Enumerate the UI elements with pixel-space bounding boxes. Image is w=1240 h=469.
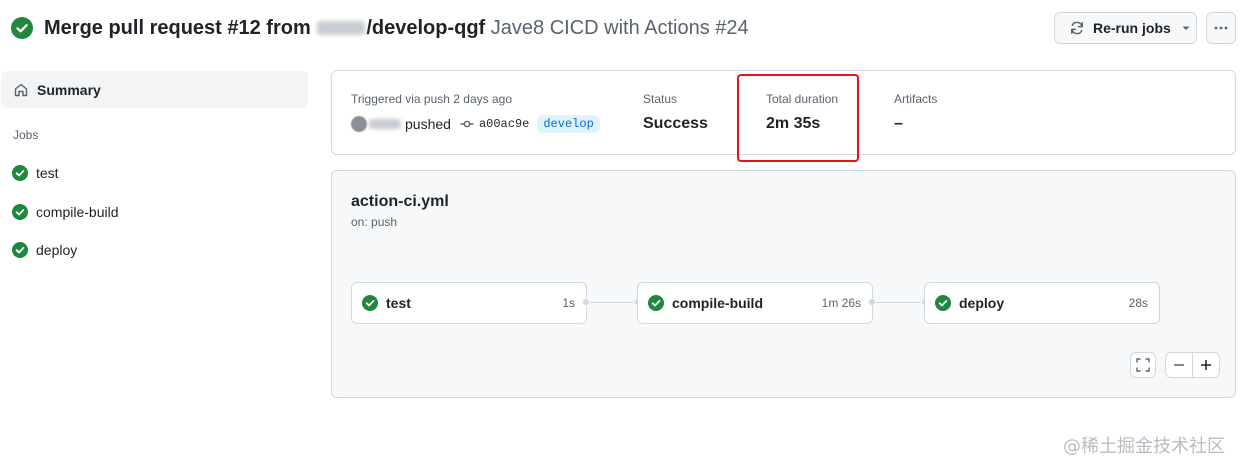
pushed-text: pushed (405, 116, 451, 132)
sidebar-item-test[interactable]: test (12, 161, 59, 185)
sidebar-job-label: deploy (36, 242, 78, 258)
job-node-name: test (386, 295, 411, 311)
success-check-icon (935, 295, 951, 311)
sidebar-summary-label: Summary (37, 81, 101, 98)
zoom-controls (1165, 352, 1220, 378)
rerun-jobs-label: Re-run jobs (1093, 20, 1171, 36)
chevron-down-icon (1182, 26, 1190, 30)
trigger-details: pushed a00ac9e develop (351, 115, 600, 133)
sidebar-job-label: test (36, 165, 59, 181)
triggered-label: Triggered via push 2 days ago (351, 92, 512, 106)
workflow-file-name[interactable]: action-ci.yml (351, 193, 449, 211)
success-check-icon (12, 242, 28, 258)
job-node-test[interactable]: test 1s (351, 282, 587, 324)
git-commit-icon (460, 120, 474, 128)
rerun-jobs-button[interactable]: Re-run jobs (1054, 12, 1197, 44)
job-node-duration: 1s (562, 296, 575, 310)
page-title: Merge pull request #12 from /develop-qgf… (44, 15, 749, 41)
job-node-deploy[interactable]: deploy 28s (924, 282, 1160, 324)
jobs-heading: Jobs (13, 128, 39, 142)
sync-icon (1071, 21, 1083, 35)
zoom-in-button[interactable] (1193, 353, 1219, 377)
success-check-icon (12, 165, 28, 181)
redacted-owner (317, 21, 366, 35)
duration-highlight-box (737, 74, 859, 162)
workflow-run-subtitle[interactable]: Jave8 CICD with Actions #24 (491, 17, 749, 39)
job-node-name: deploy (959, 295, 1005, 311)
home-icon (14, 83, 28, 96)
job-node-name: compile-build (672, 295, 763, 311)
status-value: Success (643, 115, 708, 132)
sidebar-item-compile-build[interactable]: compile-build (12, 200, 118, 224)
job-node-duration: 1m 26s (821, 296, 861, 310)
success-check-icon (11, 17, 33, 39)
job-node-duration: 28s (1128, 296, 1148, 310)
job-node-compile-build[interactable]: compile-build 1m 26s (637, 282, 873, 324)
avatar[interactable] (351, 116, 367, 132)
status-label: Status (643, 92, 678, 106)
sidebar-job-label: compile-build (36, 204, 119, 220)
title-suffix: /develop-qgf (366, 17, 486, 39)
success-check-icon (648, 295, 664, 311)
success-check-icon (362, 295, 378, 311)
connector-dot (868, 298, 876, 306)
sidebar-item-deploy[interactable]: deploy (12, 238, 77, 262)
redacted-username[interactable] (369, 119, 401, 129)
title-prefix: Merge pull request #12 from (44, 17, 311, 39)
run-header: Merge pull request #12 from /develop-qgf… (0, 0, 1240, 56)
workflow-graph: action-ci.yml on: push test 1s compile-b… (331, 170, 1236, 398)
artifacts-value: – (894, 115, 903, 132)
fullscreen-button[interactable] (1130, 352, 1156, 378)
watermark-text: @稀土掘金技术社区 (1063, 436, 1225, 457)
artifacts-label: Artifacts (894, 92, 938, 106)
job-connector (588, 302, 636, 303)
connector-dot (582, 298, 590, 306)
branch-badge[interactable]: develop (537, 115, 600, 133)
minus-icon (1174, 364, 1184, 366)
commit-sha-link[interactable]: a00ac9e (479, 117, 529, 131)
job-connector (874, 302, 922, 303)
workflow-trigger: on: push (351, 215, 398, 229)
zoom-out-button[interactable] (1166, 353, 1193, 377)
sidebar-item-summary[interactable]: Summary (1, 71, 308, 108)
kebab-horizontal-icon (1214, 26, 1228, 30)
fullscreen-icon (1136, 358, 1150, 372)
plus-icon (1201, 360, 1211, 370)
success-check-icon (12, 204, 28, 220)
more-options-button[interactable] (1206, 12, 1236, 44)
